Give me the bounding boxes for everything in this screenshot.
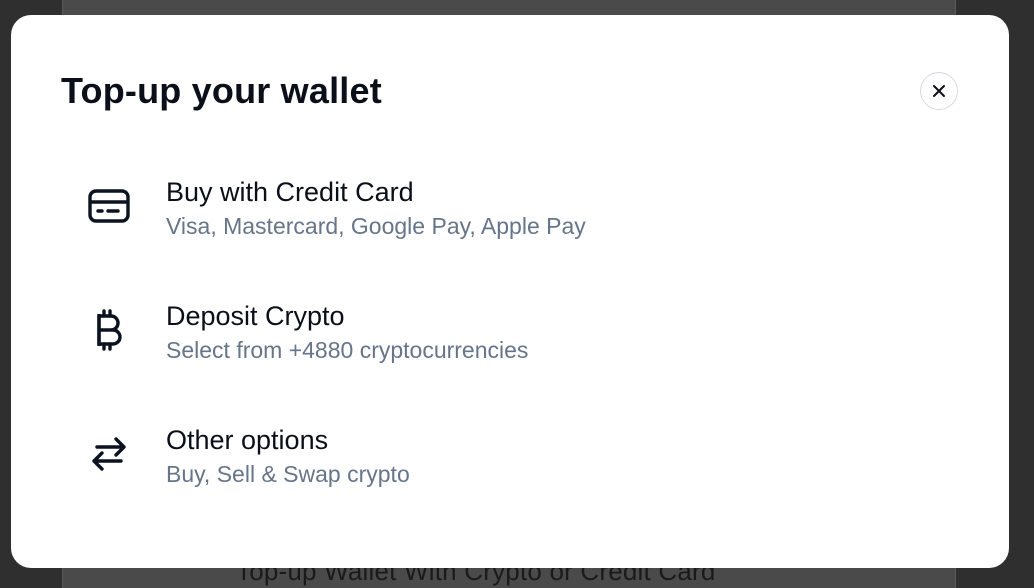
option-buy-with-credit-card[interactable]: Buy with Credit Card Visa, Mastercard, G… — [71, 163, 951, 249]
top-up-modal: Top-up your wallet Buy with Credit Card … — [11, 15, 1009, 568]
option-subtitle: Buy, Sell & Swap crypto — [166, 461, 410, 487]
credit-card-icon — [85, 182, 133, 230]
option-deposit-crypto[interactable]: Deposit Crypto Select from +4880 cryptoc… — [71, 287, 951, 373]
option-title: Buy with Credit Card — [166, 177, 414, 207]
option-subtitle: Select from +4880 cryptocurrencies — [166, 337, 529, 363]
option-title: Other options — [166, 425, 329, 455]
option-subtitle: Visa, Mastercard, Google Pay, Apple Pay — [166, 213, 586, 239]
close-button[interactable] — [920, 72, 958, 110]
swap-arrows-icon — [85, 430, 133, 478]
option-other-options[interactable]: Other options Buy, Sell & Swap crypto — [71, 411, 951, 497]
option-title: Deposit Crypto — [166, 301, 345, 331]
close-icon — [932, 84, 946, 98]
bitcoin-icon — [85, 306, 133, 354]
modal-title: Top-up your wallet — [61, 70, 382, 111]
